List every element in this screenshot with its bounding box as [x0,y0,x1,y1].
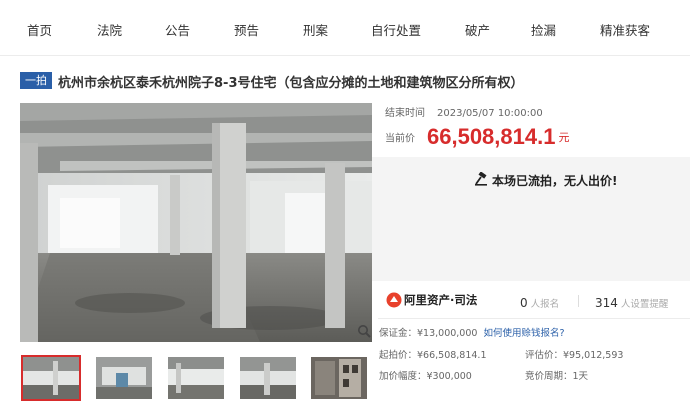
nav-item-court[interactable]: 法院 [97,20,122,39]
nav-item-home[interactable]: 首页 [27,20,52,39]
nav-item-customer-acquisition[interactable]: 精准获客 [600,20,650,39]
nav-item-self-disposal[interactable]: 自行处置 [371,20,421,39]
thumbnail-1[interactable] [21,355,81,401]
current-price-label: 当前价 [385,133,415,145]
listing-title: 杭州市余杭区泰禾杭州院子8-3号住宅（包含应分摊的土地和建筑物区分所有权） [58,76,524,91]
thumbnail-4[interactable] [240,357,296,399]
nav-item-criminal[interactable]: 刑案 [303,20,328,39]
thumbnail-2[interactable] [96,357,152,399]
zoom-icon[interactable] [357,324,371,338]
nav-item-preview[interactable]: 预告 [234,20,259,39]
nav-item-announcement[interactable]: 公告 [165,20,190,39]
current-price-unit: 元 [558,131,570,144]
increment-text: 加价幅度：¥300,000 [379,371,472,382]
end-time-row: 结束时间 2023/05/07 10:00:00 [385,104,543,119]
current-price-row: 当前价 66,508,814.1 元 [385,124,569,150]
signup-count: 0 人报名 [520,296,560,310]
end-time-label: 结束时间 [385,108,425,119]
auction-status-box: 本场已流拍，无人出价! [372,157,690,281]
thumbnail-3[interactable] [168,357,224,399]
section-divider [378,318,690,319]
ali-asset-logo-icon [386,292,402,308]
start-price-text: 起拍价：¥66,508,814.1 [379,350,487,361]
nav-item-bargain[interactable]: 捡漏 [531,20,556,39]
end-time-value: 2023/05/07 10:00:00 [437,108,543,119]
appraisal-price-text: 评估价：¥95,012,593 [525,350,624,361]
deposit-help-link[interactable]: 如何使用赊钱报名? [483,328,564,339]
deposit-row: 保证金：¥13,000,000 如何使用赊钱报名? [379,325,564,339]
current-price-value: 66,508,814.1 [427,124,556,149]
deposit-text: 保证金：¥13,000,000 [379,328,478,339]
hammer-icon [475,172,487,186]
listing-title-row: 一拍 杭州市余杭区泰禾杭州院子8-3号住宅（包含应分摊的土地和建筑物区分所有权） [20,71,680,91]
nav-item-bankruptcy[interactable]: 破产 [465,20,490,39]
top-nav: 首页 法院 公告 预告 刑案 自行处置 破产 捡漏 精准获客 [0,0,690,56]
auction-round-badge: 一拍 [20,72,52,89]
thumbnail-5[interactable] [311,357,367,399]
bidding-period-text: 竞价周期：1天 [525,371,589,382]
reminder-count: 314 人设置提醒 [595,296,669,310]
platform-row: 阿里资产·司法 0 人报名 314 人设置提醒 [378,288,690,314]
stat-divider [578,295,579,307]
auction-status-text: 本场已流拍，无人出价! [492,174,618,188]
main-property-photo[interactable] [20,103,372,342]
platform-name: 阿里资产·司法 [404,293,478,307]
